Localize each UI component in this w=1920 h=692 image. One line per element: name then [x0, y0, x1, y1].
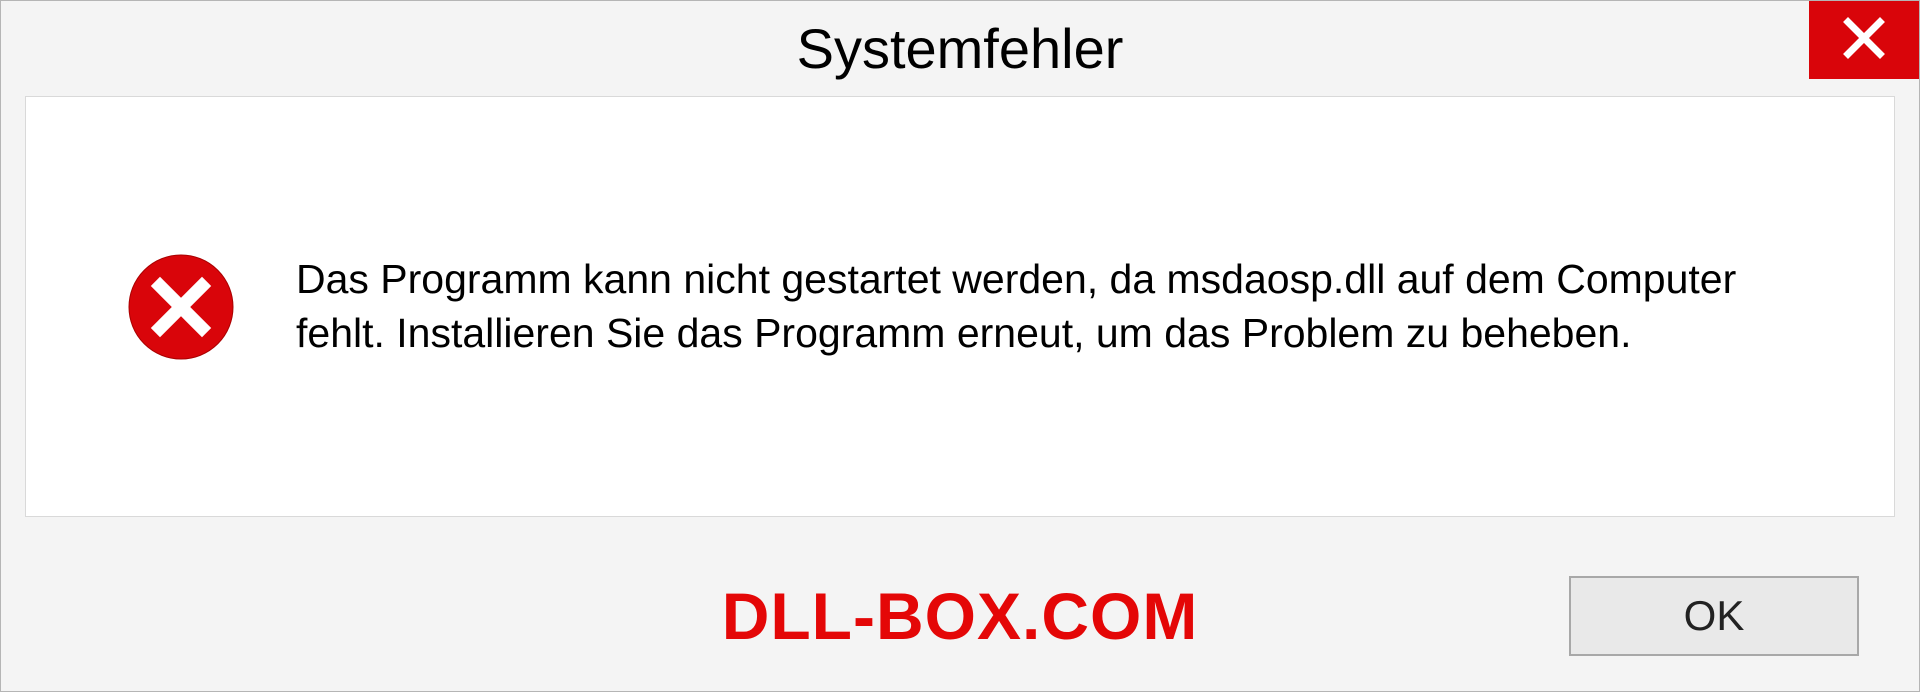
error-icon — [126, 252, 236, 362]
close-icon — [1842, 16, 1886, 65]
dialog-footer: DLL-BOX.COM OK — [1, 541, 1919, 691]
ok-button-label: OK — [1684, 592, 1745, 640]
ok-button[interactable]: OK — [1569, 576, 1859, 656]
content-panel: Das Programm kann nicht gestartet werden… — [25, 96, 1895, 517]
error-message: Das Programm kann nicht gestartet werden… — [296, 253, 1834, 360]
close-button[interactable] — [1809, 1, 1919, 79]
watermark-text: DLL-BOX.COM — [722, 578, 1199, 654]
dialog-title: Systemfehler — [797, 16, 1124, 81]
error-dialog: Systemfehler Das Programm kann nicht ges… — [0, 0, 1920, 692]
titlebar: Systemfehler — [1, 1, 1919, 96]
